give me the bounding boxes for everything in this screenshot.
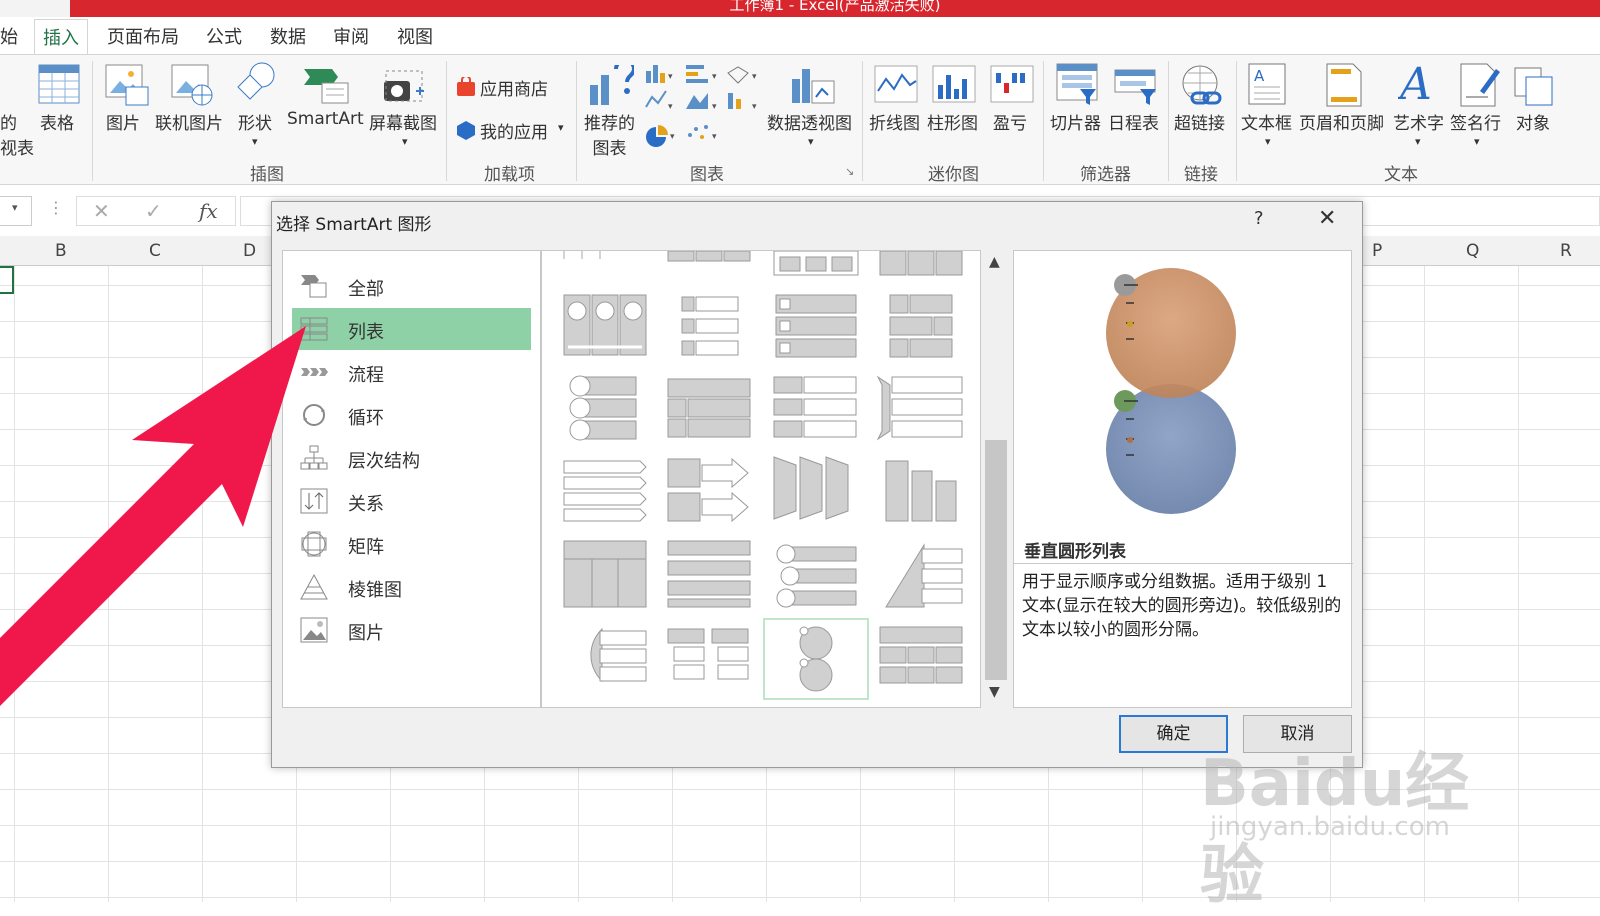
watermark-sub: jingyan.baidu.com [1210,812,1450,842]
baidu-watermark: Baidu经验 jingyan.baidu.com [1200,718,1500,913]
